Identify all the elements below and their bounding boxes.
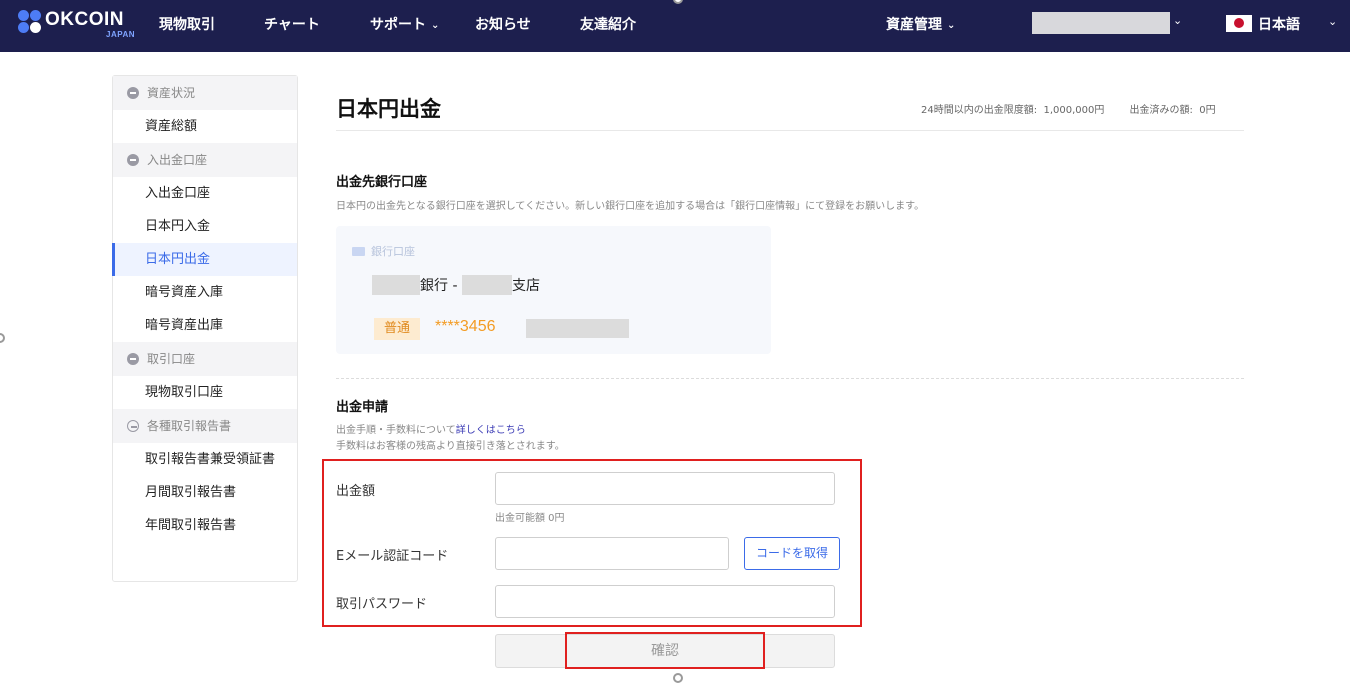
logo-text: OKCOIN bbox=[45, 9, 124, 30]
trade-password-label: 取引パスワード bbox=[336, 597, 428, 612]
limit-value: 1,000,000円 bbox=[1043, 105, 1105, 116]
nav-support-label: サポート bbox=[370, 17, 426, 33]
sidebar-group-trading-account: 取引口座 bbox=[113, 342, 297, 376]
sidebar-item-monthly-report[interactable]: 月間取引報告書 bbox=[113, 476, 297, 509]
chevron-down-icon: ⌄ bbox=[947, 20, 956, 31]
account-holder-masked bbox=[526, 319, 629, 338]
document-icon bbox=[127, 420, 139, 432]
withdrawn-label: 出金済みの額: bbox=[1129, 105, 1193, 116]
branch-suffix: 支店 bbox=[511, 278, 540, 294]
sidebar-group-reports: 各種取引報告書 bbox=[113, 409, 297, 443]
sidebar-group-label: 取引口座 bbox=[147, 352, 196, 366]
nav-support[interactable]: サポート ⌄ bbox=[370, 14, 439, 34]
chevron-down-icon[interactable]: ⌄ bbox=[1328, 15, 1337, 28]
divider bbox=[336, 130, 1244, 131]
amount-input[interactable] bbox=[495, 472, 835, 505]
credit-card-icon bbox=[352, 247, 365, 256]
trade-password-input[interactable] bbox=[495, 585, 835, 618]
request-description-1: 出金手順・手数料について詳しくはこちら bbox=[336, 421, 526, 436]
language-selector[interactable]: 日本語 bbox=[1226, 14, 1300, 34]
top-nav: OKCOIN JAPAN 現物取引 チャート サポート ⌄ お知らせ 友達紹介 資… bbox=[0, 0, 1350, 52]
scroll-indicator-dot bbox=[673, 673, 683, 683]
language-label: 日本語 bbox=[1258, 17, 1300, 33]
sidebar-group-label: 入出金口座 bbox=[147, 153, 208, 167]
sidebar-item-crypto-deposit[interactable]: 暗号資産入庫 bbox=[113, 276, 297, 309]
scroll-indicator-dot bbox=[0, 333, 5, 343]
sidebar: 資産状況 資産総額 入出金口座 入出金口座 日本円入金 日本円出金 暗号資産入庫… bbox=[112, 75, 298, 582]
okcoin-logo[interactable]: OKCOIN JAPAN bbox=[18, 9, 135, 42]
nav-asset-management[interactable]: 資産管理 ⌄ bbox=[886, 14, 955, 34]
bank-card-label-text: 銀行口座 bbox=[371, 245, 415, 258]
email-code-input[interactable] bbox=[495, 537, 729, 570]
japan-flag-icon bbox=[1226, 15, 1252, 32]
list-icon bbox=[127, 353, 139, 365]
bank-suffix: 銀行 - bbox=[420, 278, 458, 294]
sidebar-item-jpy-deposit[interactable]: 日本円入金 bbox=[113, 210, 297, 243]
bank-name-masked bbox=[372, 275, 420, 295]
logo-mark-icon bbox=[18, 10, 42, 34]
sidebar-group-asset-status: 資産状況 bbox=[113, 76, 297, 110]
bank-card-label: 銀行口座 bbox=[352, 243, 415, 259]
account-menu-masked[interactable] bbox=[1032, 12, 1170, 34]
chevron-down-icon[interactable]: ⌄ bbox=[1173, 14, 1182, 27]
sidebar-item-total-assets[interactable]: 資産総額 bbox=[113, 110, 297, 143]
nav-referral[interactable]: 友達紹介 bbox=[580, 14, 636, 34]
sidebar-item-crypto-withdrawal[interactable]: 暗号資産出庫 bbox=[113, 309, 297, 342]
amount-label: 出金額 bbox=[336, 484, 376, 499]
email-code-label: Eメール認証コード bbox=[336, 549, 449, 564]
get-code-button[interactable]: コードを取得 bbox=[744, 537, 840, 570]
highlight-box-confirm bbox=[565, 632, 765, 669]
chevron-down-icon: ⌄ bbox=[431, 20, 440, 31]
request-section-title: 出金申請 bbox=[336, 400, 389, 415]
nav-news[interactable]: お知らせ bbox=[475, 14, 531, 34]
sidebar-item-jpy-withdrawal[interactable]: 日本円出金 bbox=[112, 243, 297, 276]
nav-chart[interactable]: チャート bbox=[264, 14, 320, 34]
logo-subtext: JAPAN bbox=[106, 30, 136, 39]
sidebar-group-deposit-account: 入出金口座 bbox=[113, 143, 297, 177]
branch-name-masked bbox=[461, 275, 512, 295]
account-number: ****3456 bbox=[435, 318, 496, 335]
sidebar-group-label: 資産状況 bbox=[147, 86, 196, 100]
nav-asset-label: 資産管理 bbox=[886, 17, 942, 33]
nav-spot-trading[interactable]: 現物取引 bbox=[159, 14, 215, 34]
account-type-badge: 普通 bbox=[374, 318, 420, 340]
limit-label: 24時間以内の出金限度額: bbox=[921, 105, 1038, 116]
withdrawal-limits: 24時間以内の出金限度額: 1,000,000円 出金済みの額: 0円 bbox=[921, 101, 1216, 116]
request-description-2: 手数料はお客様の残高より直接引き落とされます。 bbox=[336, 441, 565, 452]
available-amount-hint: 出金可能額 0円 bbox=[495, 513, 565, 524]
bank-branch-line: 銀行 - 支店 bbox=[372, 275, 540, 295]
sidebar-item-deposit-account[interactable]: 入出金口座 bbox=[113, 177, 297, 210]
list-icon bbox=[127, 154, 139, 166]
fee-details-link[interactable]: 詳しくはこちら bbox=[456, 425, 526, 436]
list-icon bbox=[127, 87, 139, 99]
bank-section-title: 出金先銀行口座 bbox=[336, 175, 428, 190]
fee-info-text: 出金手順・手数料について bbox=[336, 425, 456, 436]
page-title: 日本円出金 bbox=[336, 97, 441, 121]
sidebar-group-label: 各種取引報告書 bbox=[147, 419, 232, 433]
bank-account-card[interactable]: 銀行口座 銀行 - 支店 普通 ****3456 bbox=[336, 226, 771, 354]
sidebar-item-trade-report-receipt[interactable]: 取引報告書兼受領証書 bbox=[113, 443, 297, 476]
sidebar-item-spot-account[interactable]: 現物取引口座 bbox=[113, 376, 297, 409]
dashed-divider bbox=[336, 378, 1244, 379]
withdrawn-value: 0円 bbox=[1199, 105, 1216, 116]
bank-section-description: 日本円の出金先となる銀行口座を選択してください。新しい銀行口座を追加する場合は「… bbox=[336, 201, 925, 212]
sidebar-item-annual-report[interactable]: 年間取引報告書 bbox=[113, 509, 297, 542]
